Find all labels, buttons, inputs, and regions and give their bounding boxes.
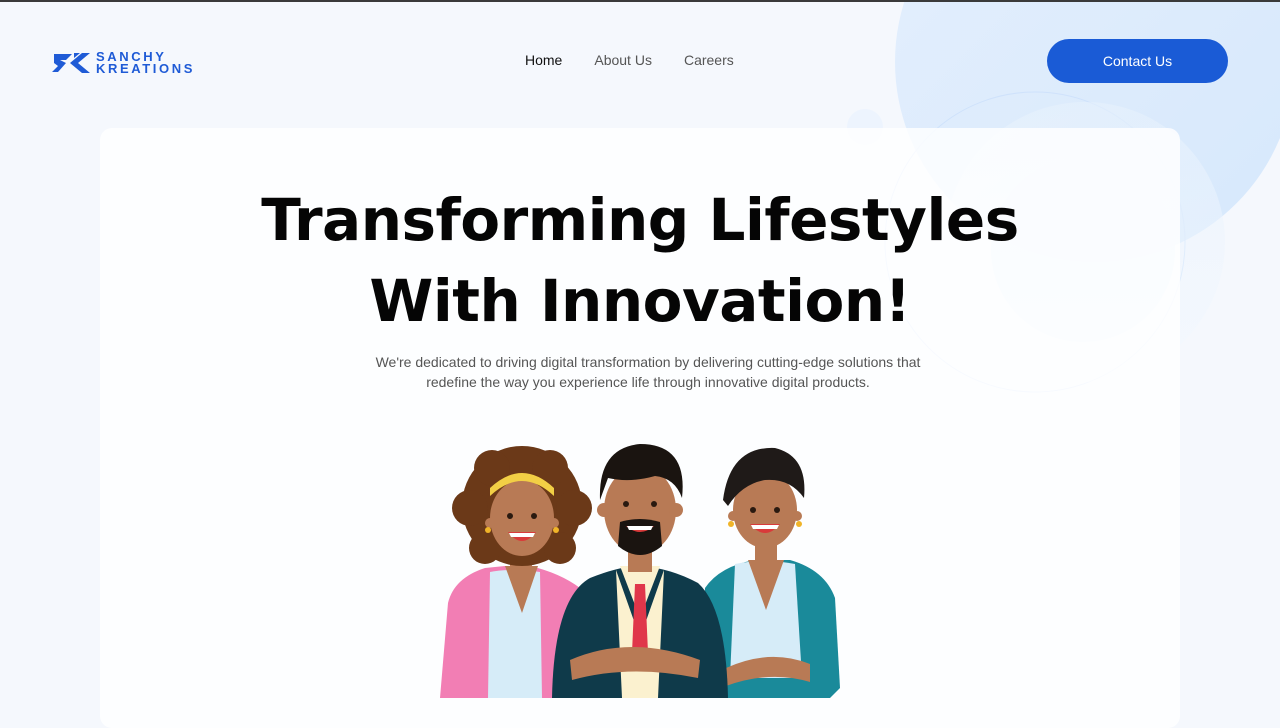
nav-item-home[interactable]: Home <box>525 52 562 68</box>
nav-item-careers[interactable]: Careers <box>684 52 734 68</box>
brand-logo[interactable]: SANCHY KREATIONS <box>52 49 212 77</box>
brand-line-2: KREATIONS <box>96 61 195 76</box>
three-people-illustration <box>440 444 840 698</box>
hero-title-line-1: Transforming Lifestyles <box>261 186 1019 254</box>
person-center-man <box>552 444 728 698</box>
sk-logo-mark-icon <box>52 53 90 73</box>
brand-wordmark: SANCHY KREATIONS <box>96 50 195 76</box>
hero-title: Transforming Lifestyles With Innovation! <box>100 180 1180 342</box>
hero-section: Transforming Lifestyles With Innovation!… <box>100 128 1180 728</box>
hero-subtitle: We're dedicated to driving digital trans… <box>375 354 921 390</box>
contact-us-button[interactable]: Contact Us <box>1047 39 1228 83</box>
main-nav: Home About Us Careers <box>525 52 734 68</box>
hero-title-line-2: With Innovation! <box>369 267 911 335</box>
site-header: SANCHY KREATIONS Home About Us Careers C… <box>0 2 1280 122</box>
nav-item-about-us[interactable]: About Us <box>594 52 652 68</box>
